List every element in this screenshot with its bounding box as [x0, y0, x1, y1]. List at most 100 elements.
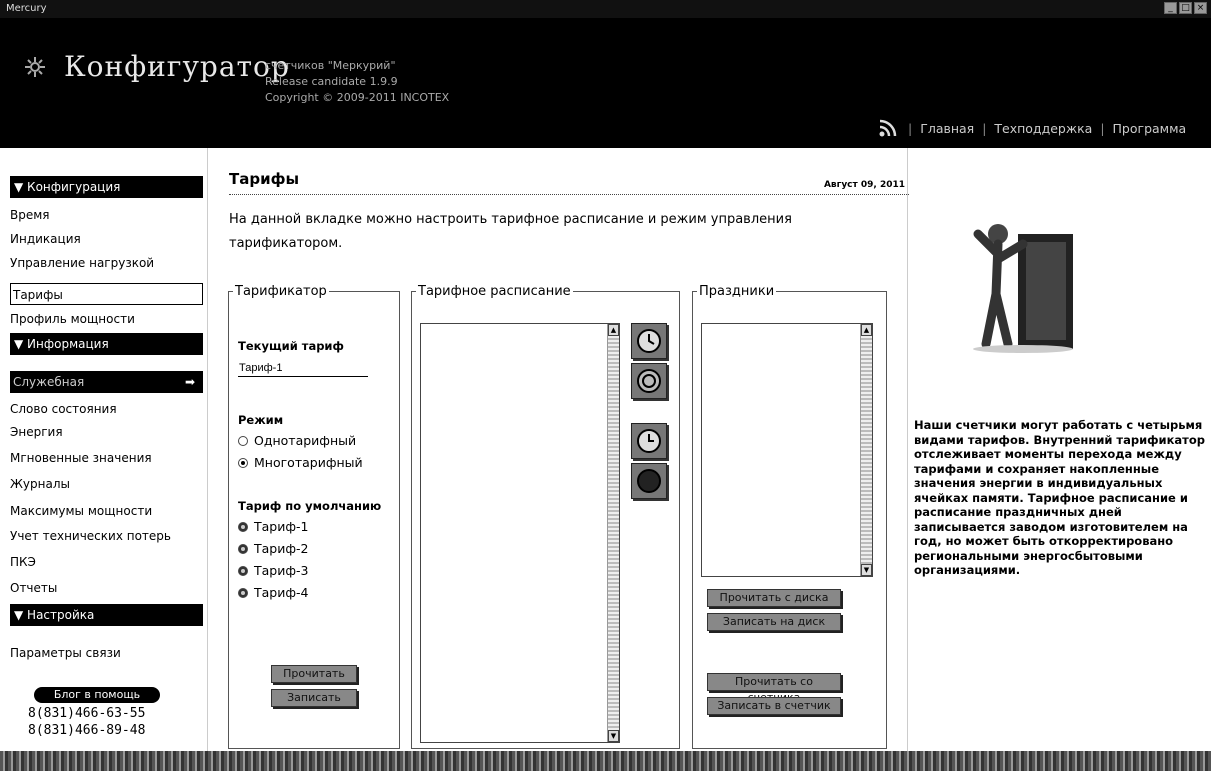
sidebar-item-time[interactable]: Время: [10, 204, 203, 226]
sidebar-item-status-word[interactable]: Слово состояния: [10, 398, 203, 420]
sidebar-item-power-profile[interactable]: Профиль мощности: [10, 308, 203, 330]
radio-icon: [238, 565, 248, 576]
schedule-scrollbar[interactable]: ▲ ▼: [607, 324, 619, 742]
read-from-disk-button[interactable]: Прочитать с диска: [707, 589, 841, 607]
sidebar-section-info[interactable]: ▼ Информация: [10, 333, 203, 355]
sidebar-section-settings[interactable]: ▼ Настройка: [10, 604, 203, 626]
scroll-up-icon[interactable]: ▲: [608, 324, 619, 336]
main-content: Тарифы Август 09, 2011 На данной вкладке…: [207, 148, 909, 751]
sidebar-item-energy[interactable]: Энергия: [10, 421, 203, 443]
sidebar-item-service[interactable]: Служебная ➡: [10, 371, 203, 393]
sidebar-item-instant-values[interactable]: Мгновенные значения: [10, 447, 203, 469]
scroll-down-icon[interactable]: ▼: [608, 730, 619, 742]
tariff-read-button[interactable]: Прочитать: [271, 665, 357, 683]
radio-label: Однотарифный: [254, 433, 357, 448]
tariff-write-button[interactable]: Записать: [271, 689, 357, 707]
info-text: Наши счетчики могут работать с четырьмя …: [914, 418, 1206, 578]
holidays-panel: Праздники ▲ ▼ Прочитать с диска Записать…: [692, 284, 887, 749]
sidebar-item-load-control[interactable]: Управление нагрузкой: [10, 252, 203, 274]
read-from-meter-button[interactable]: Прочитать со счетчика: [707, 673, 841, 704]
phone-number: 8(831)466-63-55: [28, 706, 146, 721]
logo-icon: [25, 57, 45, 77]
radio-label: Тариф-3: [254, 563, 309, 578]
current-tariff-label: Текущий тариф: [238, 339, 344, 353]
clock-icon: [637, 329, 661, 353]
sidebar-item-connection[interactable]: Параметры связи: [10, 642, 203, 664]
figure-illustration: [973, 224, 1073, 353]
write-to-meter-button[interactable]: Записать в счетчик: [707, 697, 841, 715]
tariff-panel: Тарификатор Текущий тариф Режим Однотари…: [228, 284, 400, 749]
sidebar-section-config[interactable]: ▼ Конфигурация: [10, 176, 203, 198]
edit-schedule-button[interactable]: [631, 363, 667, 399]
sidebar-item-reports[interactable]: Отчеты: [10, 577, 203, 599]
nav-program-link[interactable]: Программа: [1113, 121, 1187, 136]
window-titlebar: Mercury _ □ ×: [0, 0, 1211, 18]
default-tariff-1-radio[interactable]: Тариф-1: [238, 519, 309, 534]
close-button[interactable]: ×: [1194, 2, 1207, 14]
schedule-panel: Тарифное расписание ▲ ▼: [411, 284, 680, 749]
minimize-button[interactable]: _: [1164, 2, 1177, 14]
radio-label: Тариф-4: [254, 585, 309, 600]
remove-schedule-button[interactable]: [631, 423, 667, 459]
radio-icon: [238, 521, 248, 532]
sidebar-item-journals[interactable]: Журналы: [10, 473, 203, 495]
radio-label: Тариф-2: [254, 541, 309, 556]
window-controls: _ □ ×: [1164, 2, 1207, 14]
maximize-button[interactable]: □: [1179, 2, 1192, 14]
holidays-list[interactable]: ▲ ▼: [701, 323, 873, 577]
current-tariff-field[interactable]: [238, 360, 368, 377]
scroll-up-icon[interactable]: ▲: [861, 324, 872, 336]
sidebar: ▼ Конфигурация Время Индикация Управлени…: [0, 148, 207, 751]
schedule-panel-legend: Тарифное расписание: [418, 284, 571, 299]
sidebar-item-display[interactable]: Индикация: [10, 228, 203, 250]
window-title: Mercury: [6, 3, 47, 14]
sidebar-item-power-max[interactable]: Максимумы мощности: [10, 500, 203, 522]
default-tariff-4-radio[interactable]: Тариф-4: [238, 585, 309, 600]
title-divider: [229, 194, 909, 195]
page-description: На данной вкладке можно настроить тарифн…: [229, 212, 792, 251]
sidebar-item-tariffs[interactable]: Тарифы: [10, 283, 203, 305]
mode-single-radio[interactable]: Однотарифный: [238, 433, 356, 448]
app-meta-line: счетчиков "Меркурий": [265, 59, 396, 72]
blog-button[interactable]: Блог в помощь: [34, 687, 160, 703]
radio-label: Многотарифный: [254, 455, 363, 470]
tariff-panel-legend: Тарификатор: [235, 284, 327, 299]
app-meta-line: Release candidate 1.9.9: [265, 75, 398, 88]
holidays-scrollbar[interactable]: ▲ ▼: [860, 324, 872, 576]
top-navigation: | Главная | Техподдержка | Программа: [908, 121, 1187, 136]
clock-remove-icon: [637, 429, 661, 453]
default-tariff-2-radio[interactable]: Тариф-2: [238, 541, 309, 556]
app-title: Конфигуратор: [64, 50, 290, 83]
sidebar-item-pke[interactable]: ПКЭ: [10, 551, 203, 573]
radio-icon: [238, 435, 248, 446]
app-meta: счетчиков "Меркурий" Release candidate 1…: [265, 58, 449, 106]
schedule-list[interactable]: ▲ ▼: [420, 323, 620, 743]
write-to-disk-button[interactable]: Записать на диск: [707, 613, 841, 631]
clear-schedule-button[interactable]: [631, 463, 667, 499]
clock-clear-icon: [637, 469, 661, 493]
radio-icon: [238, 543, 248, 554]
info-panel: Наши счетчики могут работать с четырьмя …: [907, 148, 1211, 751]
taskbar: [0, 751, 1211, 771]
app-header: Конфигуратор счетчиков "Меркурий" Releas…: [0, 18, 1211, 148]
mode-multi-radio[interactable]: Многотарифный: [238, 455, 363, 470]
default-tariff-label: Тариф по умолчанию: [238, 499, 382, 513]
info-text-body: счетчики могут работать с четырьмя видам…: [914, 418, 1205, 577]
info-text-bold: Наши: [914, 418, 952, 432]
radio-icon: [238, 587, 248, 598]
clock-edit-icon: [637, 369, 661, 393]
app-meta-line: Copyright © 2009-2011 INCOTEX: [265, 91, 450, 104]
nav-support-link[interactable]: Техподдержка: [994, 121, 1092, 136]
sidebar-item-label: Служебная: [13, 375, 85, 389]
add-schedule-button[interactable]: [631, 323, 667, 359]
default-tariff-3-radio[interactable]: Тариф-3: [238, 563, 309, 578]
rss-icon[interactable]: [878, 118, 898, 138]
radio-label: Тариф-1: [254, 519, 309, 534]
arrow-right-icon: ➡: [184, 375, 195, 389]
sidebar-item-tech-losses[interactable]: Учет технических потерь: [10, 525, 203, 547]
holidays-panel-legend: Праздники: [699, 284, 775, 299]
scroll-down-icon[interactable]: ▼: [861, 564, 872, 576]
phone-number: 8(831)466-89-48: [28, 723, 146, 738]
page-title: Тарифы: [229, 170, 300, 188]
nav-home-link[interactable]: Главная: [920, 121, 974, 136]
